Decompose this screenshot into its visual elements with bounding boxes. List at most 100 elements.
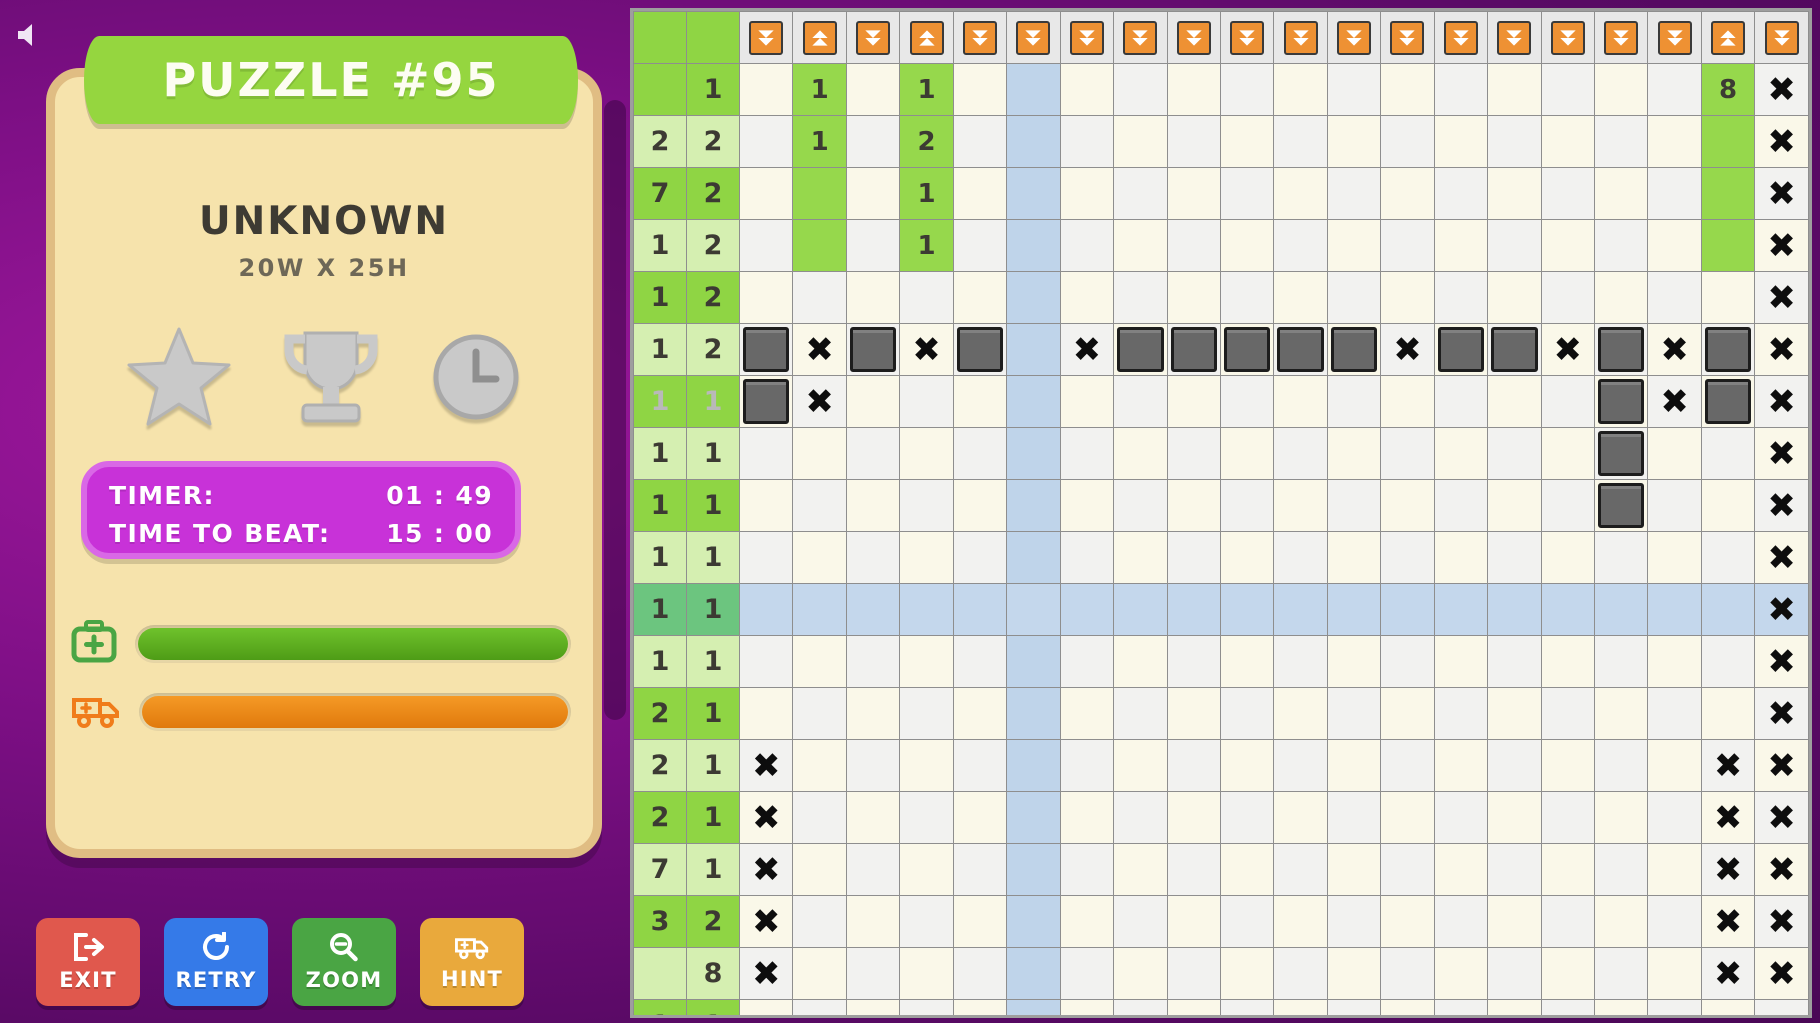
grid-cell-r14-c2[interactable] xyxy=(792,739,847,792)
grid-cell-r9-c10[interactable] xyxy=(1219,479,1275,532)
grid-cell-r11-c19[interactable] xyxy=(1700,583,1756,636)
grid-cell-r8-c18[interactable] xyxy=(1647,427,1702,480)
grid-cell-r1-c17[interactable] xyxy=(1593,63,1649,116)
grid-cell-r2-c17[interactable] xyxy=(1593,115,1649,168)
grid-cell-r15-c18[interactable] xyxy=(1647,791,1702,844)
grid-cell-r2-c12[interactable] xyxy=(1326,115,1382,168)
grid-cell-r18-c7[interactable] xyxy=(1059,947,1115,1000)
grid-cell-r5-c1[interactable] xyxy=(738,271,794,324)
grid-cell-r12-c3[interactable] xyxy=(845,635,901,688)
grid-cell-r10-c11[interactable] xyxy=(1273,531,1328,584)
grid-cell-r18-c17[interactable] xyxy=(1593,947,1649,1000)
grid-cell-r17-c5[interactable] xyxy=(952,895,1008,948)
grid-cell-r8-c20[interactable]: ✖ xyxy=(1754,427,1809,480)
grid-cell-r8-c13[interactable] xyxy=(1380,427,1435,480)
grid-cell-r5-c9[interactable] xyxy=(1166,271,1221,324)
grid-cell-r15-c14[interactable] xyxy=(1433,791,1489,844)
grid-cell-r8-c12[interactable] xyxy=(1326,427,1382,480)
grid-cell-r3-c3[interactable] xyxy=(845,167,901,220)
grid-cell-r10-c18[interactable] xyxy=(1647,531,1702,584)
grid-cell-r17-c6[interactable] xyxy=(1006,895,1061,948)
grid-cell-r11-c2[interactable] xyxy=(792,583,847,636)
grid-cell-r10-c19[interactable] xyxy=(1700,531,1756,584)
grid-cell-r13-c8[interactable] xyxy=(1113,687,1168,740)
grid-cell-r12-c18[interactable] xyxy=(1647,635,1702,688)
column-arrow-14-down[interactable] xyxy=(1433,11,1489,64)
grid-cell-r8-c4[interactable] xyxy=(899,427,954,480)
grid-cell-r11-c17[interactable] xyxy=(1593,583,1649,636)
grid-cell-r9-c4[interactable] xyxy=(899,479,954,532)
grid-cell-r9-c6[interactable] xyxy=(1006,479,1061,532)
grid-cell-r13-c11[interactable] xyxy=(1273,687,1328,740)
grid-cell-r8-c3[interactable] xyxy=(845,427,901,480)
grid-cell-r5-c11[interactable] xyxy=(1273,271,1328,324)
grid-cell-r19-c1[interactable] xyxy=(738,999,794,1015)
grid-cell-r7-c1[interactable] xyxy=(738,375,794,428)
grid-cell-r14-c18[interactable] xyxy=(1647,739,1702,792)
grid-cell-r4-c14[interactable] xyxy=(1433,219,1489,272)
grid-cell-r15-c15[interactable] xyxy=(1487,791,1542,844)
grid-cell-r19-c13[interactable] xyxy=(1380,999,1435,1015)
grid-cell-r16-c18[interactable] xyxy=(1647,843,1702,896)
grid-cell-r19-c9[interactable] xyxy=(1166,999,1221,1015)
grid-cell-r16-c7[interactable] xyxy=(1059,843,1115,896)
grid-cell-r10-c14[interactable] xyxy=(1433,531,1489,584)
grid-cell-r18-c19[interactable]: ✖ xyxy=(1700,947,1756,1000)
grid-cell-r11-c18[interactable] xyxy=(1647,583,1702,636)
grid-cell-r8-c16[interactable] xyxy=(1540,427,1596,480)
grid-cell-r10-c5[interactable] xyxy=(952,531,1008,584)
grid-cell-r13-c12[interactable] xyxy=(1326,687,1382,740)
grid-cell-r14-c16[interactable] xyxy=(1540,739,1596,792)
grid-cell-r3-c13[interactable] xyxy=(1380,167,1435,220)
grid-cell-r3-c16[interactable] xyxy=(1540,167,1596,220)
column-arrow-3-down[interactable] xyxy=(845,11,901,64)
grid-cell-r6-c12[interactable] xyxy=(1326,323,1382,376)
grid-cell-r12-c19[interactable] xyxy=(1700,635,1756,688)
grid-cell-r10-c16[interactable] xyxy=(1540,531,1596,584)
grid-cell-r5-c4[interactable] xyxy=(899,271,954,324)
grid-cell-r7-c15[interactable] xyxy=(1487,375,1542,428)
grid-cell-r1-c13[interactable] xyxy=(1380,63,1435,116)
grid-cell-r17-c3[interactable] xyxy=(845,895,901,948)
grid-cell-r7-c4[interactable] xyxy=(899,375,954,428)
grid-cell-r15-c20[interactable]: ✖ xyxy=(1754,791,1809,844)
grid-cell-r10-c3[interactable] xyxy=(845,531,901,584)
grid-cell-r15-c2[interactable] xyxy=(792,791,847,844)
grid-cell-r11-c4[interactable] xyxy=(899,583,954,636)
grid-cell-r5-c16[interactable] xyxy=(1540,271,1596,324)
grid-cell-r8-c5[interactable] xyxy=(952,427,1008,480)
grid-cell-r3-c9[interactable] xyxy=(1166,167,1221,220)
grid-cell-r15-c6[interactable] xyxy=(1006,791,1061,844)
grid-cell-r14-c7[interactable] xyxy=(1059,739,1115,792)
grid-cell-r8-c17[interactable] xyxy=(1593,427,1649,480)
grid-cell-r12-c7[interactable] xyxy=(1059,635,1115,688)
grid-cell-r14-c10[interactable] xyxy=(1219,739,1275,792)
grid-cell-r2-c20[interactable]: ✖ xyxy=(1754,115,1809,168)
column-arrow-8-down[interactable] xyxy=(1113,11,1168,64)
grid-cell-r1-c8[interactable] xyxy=(1113,63,1168,116)
column-arrow-18-down[interactable] xyxy=(1647,11,1702,64)
grid-cell-r7-c3[interactable] xyxy=(845,375,901,428)
grid-cell-r9-c19[interactable] xyxy=(1700,479,1756,532)
column-arrow-13-down[interactable] xyxy=(1380,11,1435,64)
grid-cell-r2-c5[interactable] xyxy=(952,115,1008,168)
grid-cell-r14-c5[interactable] xyxy=(952,739,1008,792)
grid-cell-r1-c10[interactable] xyxy=(1219,63,1275,116)
grid-cell-r19-c17[interactable] xyxy=(1593,999,1649,1015)
grid-cell-r12-c2[interactable] xyxy=(792,635,847,688)
grid-cell-r19-c14[interactable] xyxy=(1433,999,1489,1015)
grid-cell-r18-c16[interactable] xyxy=(1540,947,1596,1000)
grid-cell-r9-c17[interactable] xyxy=(1593,479,1649,532)
grid-cell-r4-c10[interactable] xyxy=(1219,219,1275,272)
grid-cell-r18-c8[interactable] xyxy=(1113,947,1168,1000)
grid-cell-r1-c12[interactable] xyxy=(1326,63,1382,116)
grid-cell-r14-c19[interactable]: ✖ xyxy=(1700,739,1756,792)
grid-cell-r15-c7[interactable] xyxy=(1059,791,1115,844)
grid-cell-r6-c8[interactable] xyxy=(1113,323,1168,376)
grid-cell-r7-c9[interactable] xyxy=(1166,375,1221,428)
grid-cell-r13-c6[interactable] xyxy=(1006,687,1061,740)
grid-cell-r15-c11[interactable] xyxy=(1273,791,1328,844)
grid-cell-r14-c15[interactable] xyxy=(1487,739,1542,792)
grid-cell-r9-c16[interactable] xyxy=(1540,479,1596,532)
column-arrow-10-down[interactable] xyxy=(1219,11,1275,64)
